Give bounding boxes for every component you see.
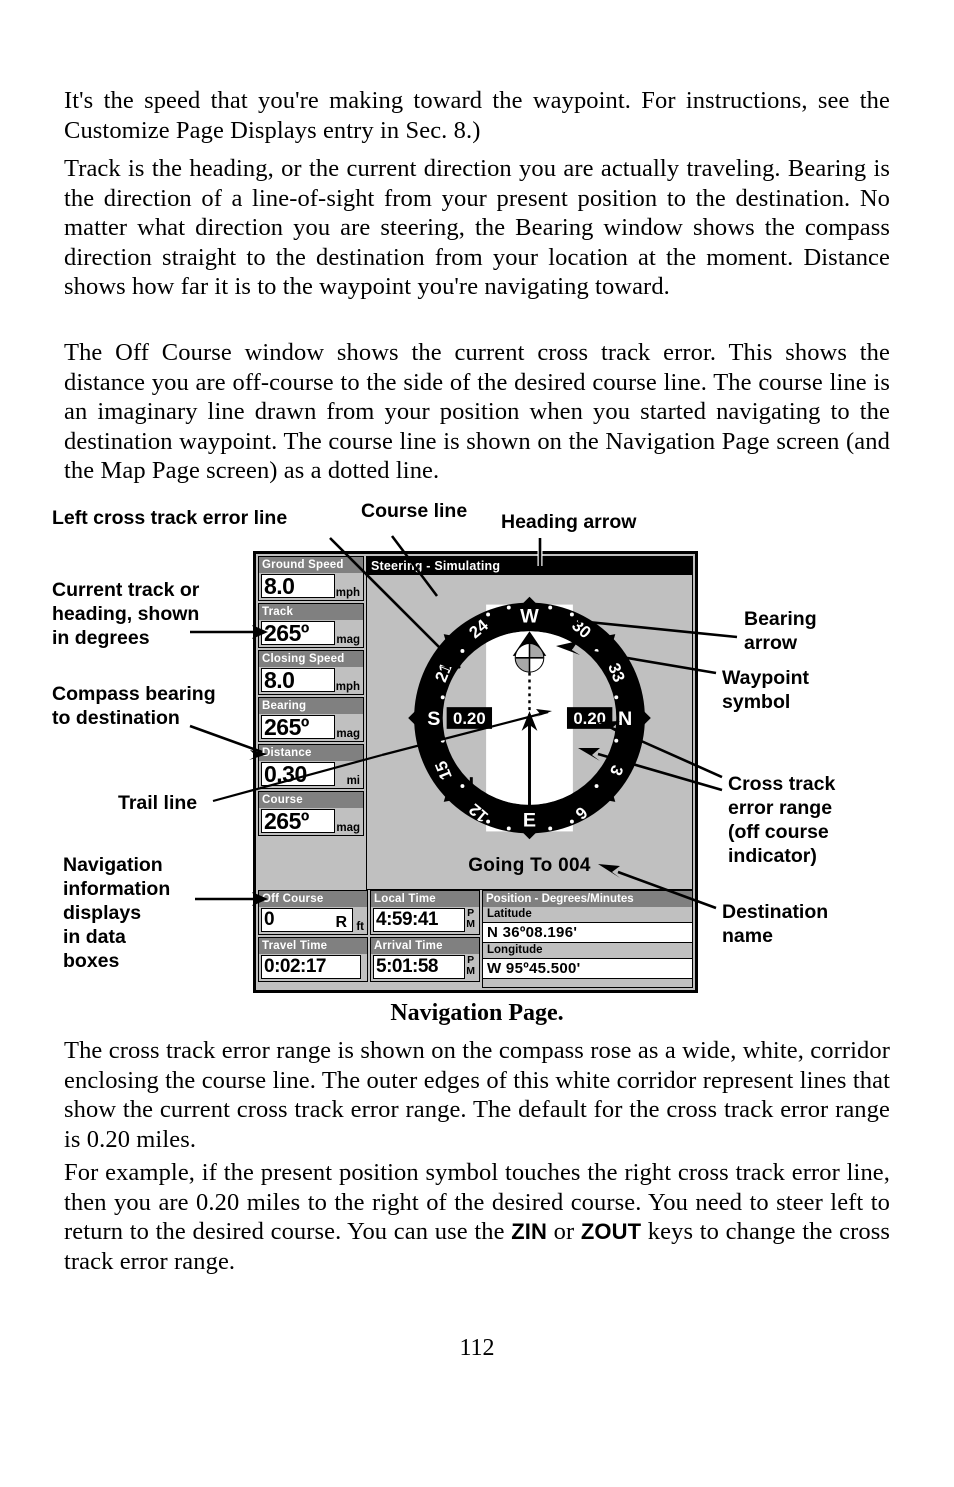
- document-page: It's the speed that you're making toward…: [0, 0, 954, 1487]
- compass-cardinal-right: N: [618, 708, 632, 730]
- svg-text:0.20: 0.20: [573, 709, 606, 728]
- latitude-label: Latitude: [487, 908, 532, 920]
- data-box-value: 265º: [261, 715, 335, 739]
- data-box-label: Closing Speed: [259, 651, 363, 667]
- compass-rose: W N E S 24 30 21 33 15 3 12 6 0.20 0.20: [367, 575, 692, 861]
- data-box-label: Off Course: [259, 891, 367, 907]
- paragraph-example: For example, if the present position sym…: [64, 1158, 890, 1276]
- latitude-value: N 36º08.196': [483, 922, 692, 943]
- data-box-travel-time: Travel Time 0:02:17: [258, 937, 368, 982]
- annotation-bearing-arrow: Bearing arrow: [744, 608, 817, 654]
- data-box-value: 8.0: [261, 668, 335, 692]
- longitude-label: Longitude: [487, 944, 543, 956]
- data-box-course: Course 265º mag: [258, 791, 364, 836]
- data-box-unit: mph: [335, 587, 360, 599]
- paragraph-example-part2: or: [546, 1218, 581, 1246]
- data-box-unit: mag: [336, 634, 360, 646]
- key-zin: ZIN: [511, 1219, 547, 1245]
- data-box-unit: mag: [336, 822, 360, 834]
- data-box-unit: mph: [335, 681, 360, 693]
- xte-left-label: 0.20: [446, 707, 493, 729]
- annotation-left-cross-track-error-line: Left cross track error line: [52, 507, 288, 529]
- compass-rose-panel: Steering - Simulating W N E S 24 30 21 3…: [366, 556, 693, 890]
- data-box-value: 265º: [261, 809, 335, 833]
- data-box-off-course: Off Course 0 R ft: [258, 890, 368, 935]
- data-box-label: Travel Time: [259, 938, 367, 954]
- figure-caption: Navigation Page.: [390, 1000, 564, 1026]
- annotation-nav-info-displays: Navigation information displays in data …: [63, 854, 171, 972]
- bottom-column-position: Position - Degrees/Minutes Latitude N 36…: [482, 890, 693, 988]
- compass-cardinal-left: S: [427, 708, 440, 730]
- page-number: 112: [459, 1335, 495, 1361]
- data-box-value: 0.30: [261, 762, 335, 786]
- data-box-label: Bearing: [259, 698, 363, 714]
- annotation-trail-line: Trail line: [118, 792, 198, 814]
- longitude-value: W 95º45.500': [483, 958, 692, 979]
- gps-navigation-page-screenshot: Ground Speed 8.0 mph Track 265º mag Clos…: [253, 551, 698, 993]
- compass-rose-graphic: W N E S 24 30 21 33 15 3 12 6 0.20 0.20: [408, 596, 651, 840]
- bottom-column-middle: Local Time 4:59:41 P M Arrival Time 5:01…: [370, 890, 480, 988]
- data-box-value: 4:59:41: [373, 908, 465, 932]
- annotation-course-line: Course line: [361, 500, 468, 522]
- data-box-closing-speed: Closing Speed 8.0 mph: [258, 650, 364, 695]
- position-box-header: Position - Degrees/Minutes: [483, 891, 692, 907]
- paragraph-xte-range: The cross track error range is shown on …: [64, 1037, 890, 1153]
- data-box-label: Ground Speed: [259, 557, 363, 573]
- data-box-track: Track 265º mag: [258, 603, 364, 648]
- data-box-local-time: Local Time 4:59:41 P M: [370, 890, 480, 935]
- annotation-cross-track-error-range: Cross track error range (off course indi…: [728, 773, 836, 867]
- data-box-label: Local Time: [371, 891, 479, 907]
- compass-cardinal-bottom: E: [523, 809, 536, 831]
- data-box-bearing: Bearing 265º mag: [258, 697, 364, 742]
- paragraph-off-course: The Off Course window shows the current …: [64, 339, 890, 485]
- position-box: Position - Degrees/Minutes Latitude N 36…: [482, 890, 693, 988]
- waypoint-symbol: [514, 643, 545, 673]
- annotation-waypoint-symbol: Waypoint symbol: [722, 667, 810, 713]
- data-box-value: 0:02:17: [261, 955, 361, 979]
- paragraph-track-bearing: Track is the heading, or the current dir…: [64, 155, 890, 301]
- data-box-ampm: P M: [466, 907, 475, 930]
- annotation-current-track: Current track or heading, shown in degre…: [52, 579, 200, 649]
- annotation-destination-name: Destination name: [722, 901, 829, 947]
- key-zout: ZOUT: [580, 1219, 642, 1245]
- data-box-label: Course: [259, 792, 363, 808]
- data-box-label: Track: [259, 604, 363, 620]
- svg-text:0.20: 0.20: [453, 709, 486, 728]
- data-box-ground-speed: Ground Speed 8.0 mph: [258, 556, 364, 601]
- annotation-heading-arrow: Heading arrow: [501, 511, 637, 533]
- bottom-column-left: Off Course 0 R ft Travel Time 0:02:17: [258, 890, 368, 988]
- paragraph-speed-intro: It's the speed that you're making toward…: [64, 87, 890, 144]
- data-box-ampm: P M: [466, 954, 475, 977]
- data-box-value: 8.0: [261, 574, 335, 598]
- data-box-unit: mi: [346, 775, 360, 787]
- data-box-label: Arrival Time: [371, 938, 479, 954]
- data-box-unit: mag: [336, 728, 360, 740]
- status-bar: Steering - Simulating: [367, 557, 692, 575]
- data-box-arrival-time: Arrival Time 5:01:58 P M: [370, 937, 480, 982]
- data-box-unit: ft: [356, 921, 364, 933]
- data-box-side-indicator: R: [335, 914, 347, 931]
- data-box-label: Distance: [259, 745, 363, 761]
- compass-cardinal-top: W: [520, 605, 539, 627]
- data-box-value: 5:01:58: [373, 955, 465, 979]
- left-data-box-column: Ground Speed 8.0 mph Track 265º mag Clos…: [256, 554, 366, 890]
- data-box-value: 265º: [261, 621, 335, 645]
- data-box-distance: Distance 0.30 mi: [258, 744, 364, 789]
- annotation-compass-bearing: Compass bearing to destination: [52, 683, 216, 729]
- xte-right-label: 0.20: [566, 707, 613, 729]
